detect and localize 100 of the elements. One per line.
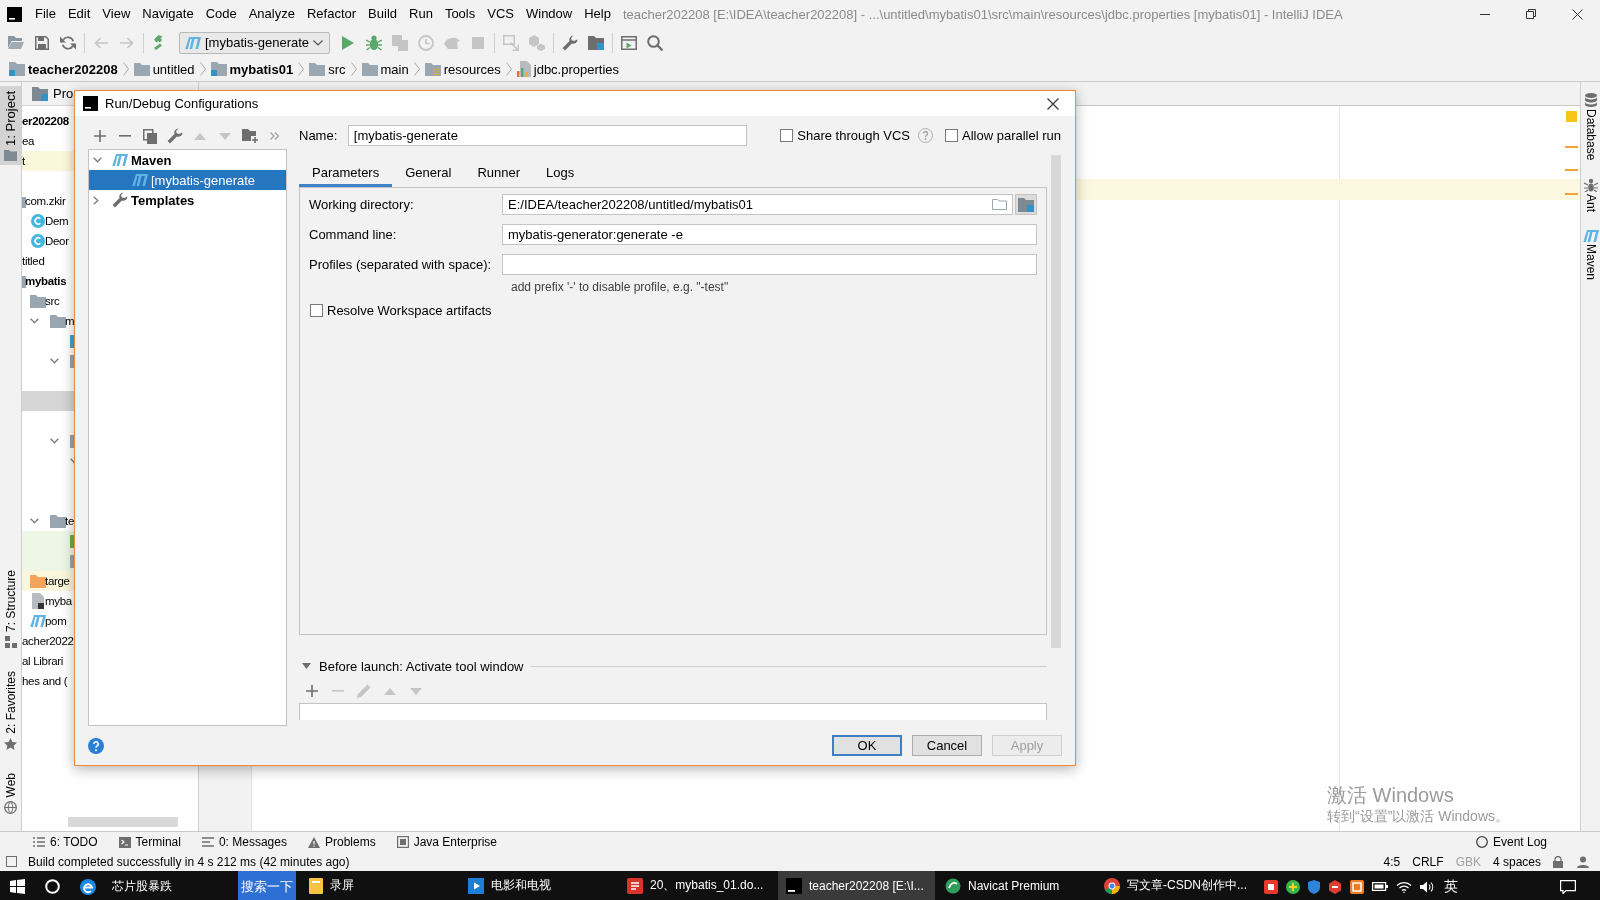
panel-title[interactable]: Pro: [53, 86, 74, 101]
help-icon[interactable]: [918, 128, 933, 143]
menu-item[interactable]: Tools: [438, 4, 482, 24]
checkbox-label[interactable]: Share through VCS: [797, 128, 910, 143]
windows-logo-icon[interactable]: [10, 879, 25, 894]
tree-item[interactable]: pom: [22, 611, 75, 631]
search-circle-icon[interactable]: [45, 879, 60, 894]
plus-icon[interactable]: [306, 685, 318, 697]
tool-window-tab[interactable]: 7: Structure: [0, 564, 21, 652]
search-icon[interactable]: [647, 34, 663, 51]
dialog-button[interactable]: Cancel: [912, 735, 982, 756]
status-item[interactable]: CRLF: [1412, 854, 1444, 869]
menu-item[interactable]: Window: [519, 4, 579, 24]
tree-item[interactable]: al Librari: [22, 651, 75, 671]
tree-item[interactable]: er202208: [22, 111, 75, 131]
wrench-icon[interactable]: [167, 128, 184, 144]
tree-item[interactable]: titled: [22, 251, 75, 271]
save-icon[interactable]: [35, 35, 49, 50]
breadcrumb-item[interactable]: mybatis01: [210, 61, 294, 77]
taskbar-app[interactable]: 写文章-CSDN创作中...: [1096, 871, 1253, 900]
menu-item[interactable]: View: [96, 4, 137, 24]
minimize-icon[interactable]: [1480, 13, 1490, 15]
tool-window-tab[interactable]: Java Enterprise: [396, 835, 498, 849]
chevron-down-icon[interactable]: [50, 438, 59, 444]
sync-icon[interactable]: [60, 34, 76, 51]
app-tile-icon[interactable]: [1350, 879, 1364, 894]
tab[interactable]: Parameters: [299, 157, 393, 187]
chevron-down-icon[interactable]: [30, 518, 39, 524]
notification-icon[interactable]: [1560, 879, 1576, 894]
tree-item[interactable]: com.zkir: [22, 191, 75, 211]
checkbox[interactable]: [310, 304, 323, 317]
tree-item[interactable]: acher2022: [22, 631, 75, 651]
status-item[interactable]: 4:5: [1383, 854, 1401, 869]
menu-item[interactable]: Analyze: [242, 4, 301, 24]
taskbar-app[interactable]: 录屏: [301, 871, 458, 900]
restore-icon[interactable]: [1526, 9, 1536, 19]
folder-plus-icon[interactable]: [241, 129, 258, 143]
menu-item[interactable]: Run: [403, 4, 439, 24]
checkbox-label[interactable]: Resolve Workspace artifacts: [327, 303, 492, 318]
help-icon[interactable]: [88, 737, 104, 754]
warning-marker[interactable]: [1564, 193, 1578, 195]
plus-icon[interactable]: [94, 130, 107, 142]
search-button[interactable]: 搜索一下: [238, 871, 296, 900]
text-field[interactable]: mybatis-generator:generate -e: [502, 224, 1037, 245]
tree-item[interactable]: m: [22, 311, 75, 331]
menu-item[interactable]: Help: [578, 4, 617, 24]
chevron-down-icon[interactable]: [50, 358, 59, 364]
wrench-icon[interactable]: [562, 34, 578, 51]
tool-window-tab[interactable]: Database: [1583, 93, 1598, 161]
tree-item[interactable]: hes and (: [22, 671, 75, 691]
tree-item[interactable]: [22, 551, 75, 571]
app-tile-icon[interactable]: [1264, 879, 1278, 894]
tab[interactable]: Runner: [464, 157, 534, 187]
warning-marker[interactable]: [1564, 169, 1578, 171]
browse-button[interactable]: [1015, 194, 1037, 215]
dialog-button[interactable]: OK: [832, 735, 902, 756]
play-icon[interactable]: [342, 35, 354, 50]
tree-item[interactable]: Deor: [22, 231, 75, 251]
speaker-icon[interactable]: [1420, 880, 1434, 893]
lock-icon[interactable]: [1553, 855, 1563, 868]
panel-toggle-icon[interactable]: [6, 856, 17, 867]
scrollbar[interactable]: [1051, 155, 1061, 648]
shield-icon[interactable]: [1308, 879, 1320, 894]
tool-window-tab[interactable]: 0: Messages: [201, 835, 287, 849]
double-chevron-icon[interactable]: [270, 132, 280, 140]
tool-window-tab[interactable]: Maven: [1582, 230, 1599, 281]
section-header[interactable]: Before launch: Activate tool window: [319, 658, 524, 674]
tool-window-tab[interactable]: 1: Project: [0, 86, 21, 165]
menu-item[interactable]: File: [29, 4, 62, 24]
chevron-right-icon[interactable]: [93, 195, 99, 205]
breadcrumb-item[interactable]: main: [361, 61, 409, 77]
taskbar-app[interactable]: 20、mybatis_01.do...: [619, 871, 776, 900]
tree-item[interactable]: myba: [22, 591, 75, 611]
tool-window-tab[interactable]: Ant: [1583, 178, 1598, 213]
horizontal-scrollbar[interactable]: [68, 817, 178, 827]
checkbox[interactable]: [945, 129, 958, 142]
tree-item[interactable]: targe: [22, 571, 75, 591]
tree-item[interactable]: te: [22, 511, 75, 531]
menu-item[interactable]: Code: [199, 4, 243, 24]
tree-item[interactable]: t: [22, 151, 75, 171]
chevron-down-icon[interactable]: [93, 157, 102, 163]
menu-item[interactable]: Edit: [61, 4, 97, 24]
close-icon[interactable]: [1046, 97, 1059, 110]
taskbar-app[interactable]: 电影和电视: [460, 871, 617, 900]
bug-icon[interactable]: [366, 34, 382, 51]
minus-icon[interactable]: [119, 135, 132, 137]
tree-item[interactable]: ea: [22, 131, 75, 151]
taskbar-app[interactable]: teacher202208 [E:\I...: [778, 871, 935, 900]
tab[interactable]: Logs: [533, 157, 588, 187]
terminal-icon[interactable]: [621, 35, 637, 50]
text-field[interactable]: [mybatis-generate: [347, 125, 748, 146]
tree-item[interactable]: src: [22, 291, 75, 311]
input-method-indicator[interactable]: 英: [1444, 877, 1458, 896]
hexagon-icon[interactable]: [1328, 879, 1342, 894]
tree-item[interactable]: [mybatis-generate: [89, 170, 286, 190]
close-icon[interactable]: [1571, 8, 1583, 20]
breadcrumb-item[interactable]: src: [309, 61, 346, 77]
tab[interactable]: General: [392, 157, 465, 187]
folder-grid-icon[interactable]: [588, 35, 604, 50]
tool-window-tab[interactable]: 2: Favorites: [0, 665, 21, 754]
